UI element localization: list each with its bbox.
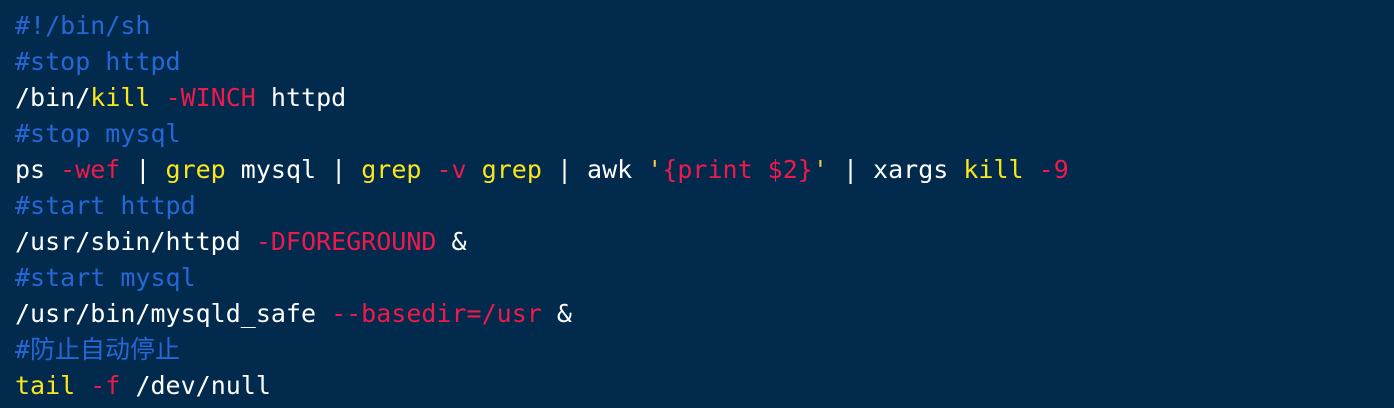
code-option: -f xyxy=(90,371,121,400)
code-line[interactable]: #stop mysql xyxy=(15,116,1069,152)
code-text: /dev/null xyxy=(120,371,271,400)
code-text: mysql | xyxy=(225,155,362,184)
code-line[interactable]: #start httpd xyxy=(15,188,1069,224)
code-keyword: kill xyxy=(90,83,151,112)
code-editor[interactable]: #!/bin/sh #stop httpd/bin/kill -WINCH htt… xyxy=(0,0,1394,408)
code-keyword: grep xyxy=(481,155,542,184)
code-text: | xyxy=(120,155,166,184)
code-text: /bin/ xyxy=(15,83,91,112)
code-comment: #stop httpd xyxy=(15,47,181,76)
code-text: httpd xyxy=(255,83,347,112)
code-option: -v xyxy=(436,155,467,184)
code-text: /usr/bin/mysqld_safe xyxy=(15,299,332,328)
code-line[interactable]: /usr/bin/mysqld_safe --basedir=/usr & xyxy=(15,296,1069,332)
code-comment: #start mysql xyxy=(15,263,196,292)
code-line[interactable]: #!/bin/sh xyxy=(15,8,1069,44)
code-option: -wef xyxy=(60,155,121,184)
code-line[interactable]: #stop httpd xyxy=(15,44,1069,80)
vertical-scrollbar[interactable] xyxy=(1382,0,1394,408)
code-line[interactable]: /bin/kill -WINCH httpd xyxy=(15,80,1069,116)
code-text: ' xyxy=(812,155,828,184)
code-text: & xyxy=(541,299,572,328)
code-keyword: grep xyxy=(361,155,422,184)
code-line[interactable]: tail -f /dev/null xyxy=(15,368,1069,404)
code-keyword: kill xyxy=(963,155,1024,184)
code-keyword: grep xyxy=(165,155,226,184)
code-option: -DFOREGROUND xyxy=(255,227,437,256)
code-text: ' xyxy=(647,155,663,184)
code-comment: #防止自动停止 xyxy=(15,335,181,364)
code-line[interactable]: #start mysql xyxy=(15,260,1069,296)
code-text: | awk xyxy=(541,155,648,184)
code-comment: #stop mysql xyxy=(15,119,181,148)
code-option: --basedir=/usr xyxy=(331,299,542,328)
code-text: ps xyxy=(15,155,61,184)
code-option: {print $2} xyxy=(662,155,813,184)
code-comment: #!/bin/sh xyxy=(15,11,151,40)
code-option: -9 xyxy=(1038,155,1069,184)
code-block[interactable]: #!/bin/sh #stop httpd/bin/kill -WINCH htt… xyxy=(15,8,1069,404)
code-option: -WINCH xyxy=(165,83,256,112)
code-line[interactable]: ps -wef | grep mysql | grep -v grep | aw… xyxy=(15,152,1069,188)
code-text: & xyxy=(436,227,467,256)
code-text: /usr/sbin/httpd xyxy=(15,227,256,256)
code-keyword: tail xyxy=(15,371,76,400)
code-line[interactable]: /usr/sbin/httpd -DFOREGROUND & xyxy=(15,224,1069,260)
code-text: | xargs xyxy=(827,155,964,184)
code-comment: #start httpd xyxy=(15,191,196,220)
code-line[interactable]: #防止自动停止 xyxy=(15,332,1069,368)
